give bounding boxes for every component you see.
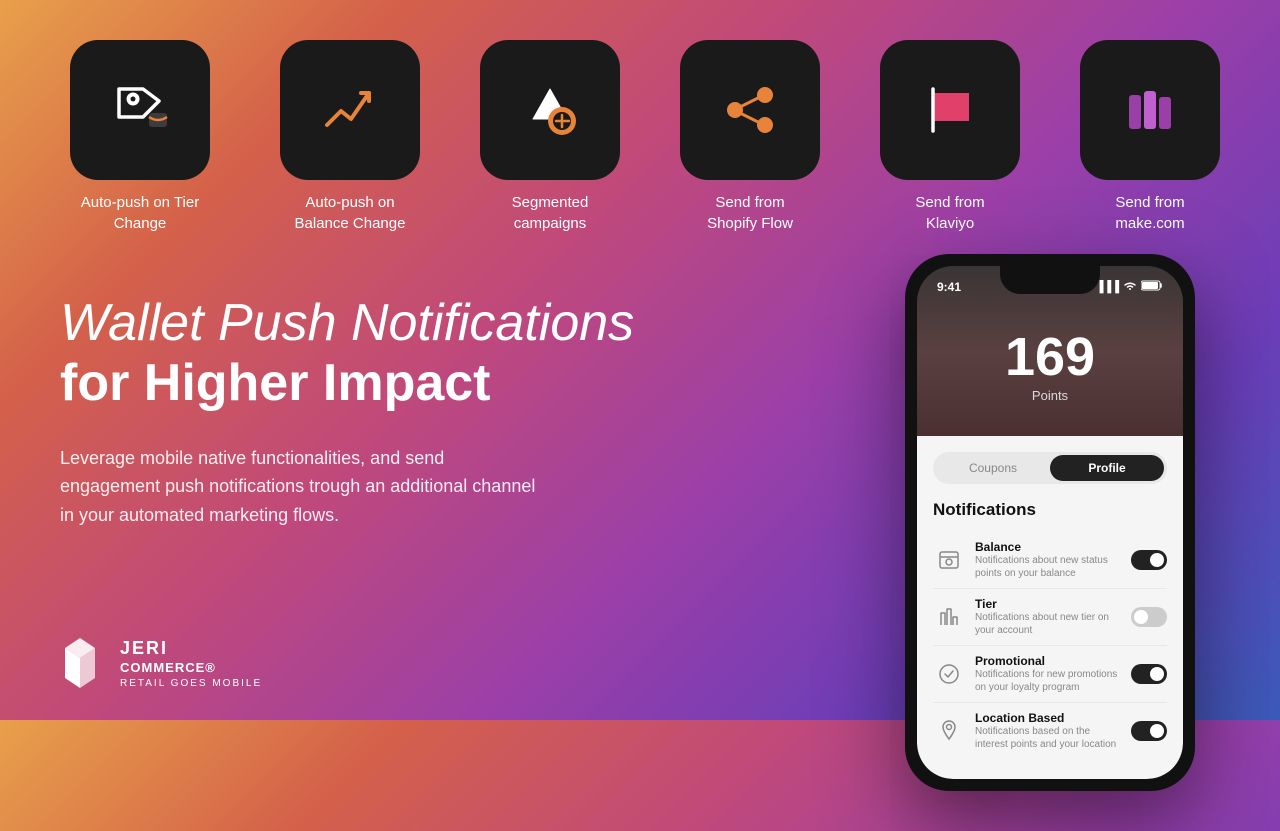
feature-icon-box-balance bbox=[280, 40, 420, 180]
books-icon bbox=[1115, 75, 1185, 145]
logo-commerce: COMMERCE® bbox=[120, 660, 262, 677]
feature-label-klaviyo: Send fromKlaviyo bbox=[915, 192, 984, 234]
notifications-title: Notifications bbox=[933, 500, 1167, 520]
notif-location-text: Location Based Notifications based on th… bbox=[975, 711, 1121, 751]
feature-auto-push-tier: Auto-push on Tier Change bbox=[60, 40, 220, 234]
heading-bold: for Higher Impact bbox=[60, 354, 491, 412]
feature-segmented: Segmentedcampaigns bbox=[480, 40, 620, 234]
notif-balance-title: Balance bbox=[975, 540, 1121, 554]
chart-icon bbox=[315, 75, 385, 145]
toggle-location[interactable] bbox=[1131, 721, 1167, 741]
signal-icon: ▐▐▐ bbox=[1096, 281, 1119, 293]
logo-text: JERI COMMERCE® RETAIL GOES MOBILE bbox=[120, 637, 262, 690]
phone-mockup: 9:41 ▐▐▐ bbox=[880, 254, 1220, 791]
feature-icon-box-tier bbox=[70, 40, 210, 180]
notif-promo-title: Promotional bbox=[975, 654, 1121, 668]
feature-label-segmented: Segmentedcampaigns bbox=[512, 192, 589, 234]
wifi-icon bbox=[1123, 280, 1137, 294]
phone-points-label: Points bbox=[1032, 388, 1068, 403]
tier-icon bbox=[933, 601, 965, 633]
notif-tier-title: Tier bbox=[975, 597, 1121, 611]
flow-icon bbox=[715, 75, 785, 145]
phone-outer: 9:41 ▐▐▐ bbox=[905, 254, 1195, 791]
balance-icon bbox=[933, 544, 965, 576]
feature-send-make: Send frommake.com bbox=[1080, 40, 1220, 234]
notif-tier-desc: Notifications about new tier on your acc… bbox=[975, 611, 1121, 637]
main-heading: Wallet Push Notifications for Higher Imp… bbox=[60, 294, 840, 414]
notif-location-title: Location Based bbox=[975, 711, 1121, 725]
tab-profile[interactable]: Profile bbox=[1050, 455, 1164, 481]
feature-icon-box-make bbox=[1080, 40, 1220, 180]
feature-label-make: Send frommake.com bbox=[1115, 192, 1184, 234]
promo-icon bbox=[933, 658, 965, 690]
notif-location-desc: Notifications based on the interest poin… bbox=[975, 725, 1121, 751]
feature-auto-push-balance: Auto-push onBalance Change bbox=[280, 40, 420, 234]
tag-icon bbox=[105, 75, 175, 145]
feature-label-tier: Auto-push on Tier Change bbox=[60, 192, 220, 234]
notif-promo-text: Promotional Notifications for new promot… bbox=[975, 654, 1121, 694]
battery-icon bbox=[1141, 280, 1163, 294]
bottom-area: Wallet Push Notifications for Higher Imp… bbox=[0, 254, 1280, 831]
phone-tabs[interactable]: Coupons Profile bbox=[933, 452, 1167, 484]
left-content: Wallet Push Notifications for Higher Imp… bbox=[60, 274, 840, 530]
notif-balance-text: Balance Notifications about new status p… bbox=[975, 540, 1121, 580]
notif-row-promo: Promotional Notifications for new promot… bbox=[933, 646, 1167, 703]
feature-send-klaviyo: Send fromKlaviyo bbox=[880, 40, 1020, 234]
status-icons: ▐▐▐ bbox=[1096, 280, 1163, 294]
phone-time: 9:41 bbox=[937, 280, 961, 294]
description-text: Leverage mobile native functionalities, … bbox=[60, 444, 540, 530]
feature-send-shopify: Send fromShopify Flow bbox=[680, 40, 820, 234]
shapes-icon bbox=[515, 75, 585, 145]
phone-notch bbox=[1000, 266, 1100, 294]
flag-icon bbox=[915, 75, 985, 145]
feature-icon-box-klaviyo bbox=[880, 40, 1020, 180]
phone-points-number: 169 bbox=[1005, 330, 1095, 384]
toggle-balance[interactable] bbox=[1131, 550, 1167, 570]
feature-label-balance: Auto-push onBalance Change bbox=[295, 192, 406, 234]
notif-balance-desc: Notifications about new status points on… bbox=[975, 554, 1121, 580]
toggle-tier[interactable] bbox=[1131, 607, 1167, 627]
features-row: Auto-push on Tier Change Auto-push onBal… bbox=[0, 0, 1280, 254]
logo-area: JERI COMMERCE® RETAIL GOES MOBILE bbox=[60, 637, 262, 690]
logo-tagline: RETAIL GOES MOBILE bbox=[120, 677, 262, 690]
feature-icon-box-shopify bbox=[680, 40, 820, 180]
notif-row-balance: Balance Notifications about new status p… bbox=[933, 532, 1167, 589]
feature-icon-box-segmented bbox=[480, 40, 620, 180]
tab-coupons[interactable]: Coupons bbox=[936, 455, 1050, 481]
notif-promo-desc: Notifications for new promotions on your… bbox=[975, 668, 1121, 694]
phone-white-section: Coupons Profile Notifications bbox=[917, 436, 1183, 779]
toggle-promo[interactable] bbox=[1131, 664, 1167, 684]
feature-label-shopify: Send fromShopify Flow bbox=[707, 192, 793, 234]
notif-tier-text: Tier Notifications about new tier on you… bbox=[975, 597, 1121, 637]
jeri-logo-icon bbox=[60, 638, 110, 688]
heading-italic: Wallet Push Notifications bbox=[60, 294, 634, 352]
notif-row-location: Location Based Notifications based on th… bbox=[933, 703, 1167, 759]
logo-brand: JERI bbox=[120, 637, 262, 660]
phone-screen: 9:41 ▐▐▐ bbox=[917, 266, 1183, 779]
notif-row-tier: Tier Notifications about new tier on you… bbox=[933, 589, 1167, 646]
